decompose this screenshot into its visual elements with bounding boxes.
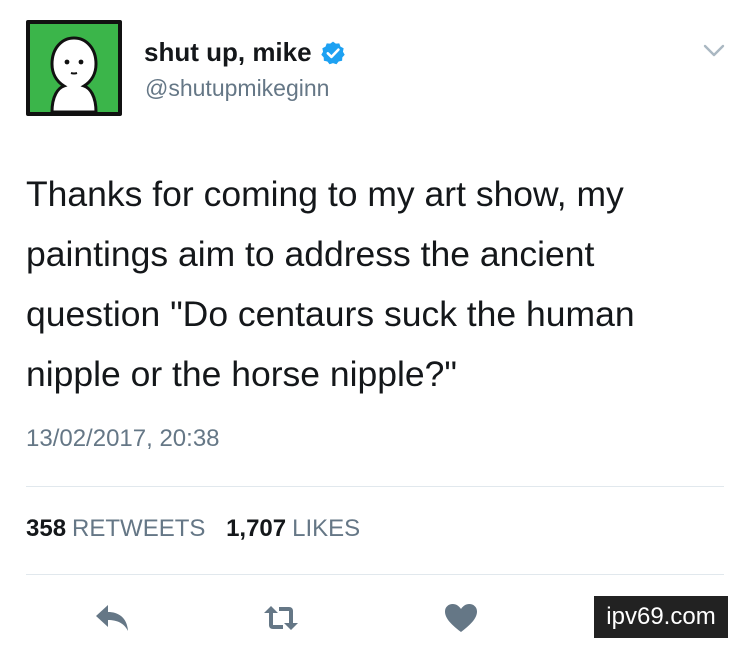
divider (26, 486, 724, 487)
retweets-stat[interactable]: 358 RETWEETS (26, 515, 226, 542)
display-name-text: shut up, mike (144, 37, 312, 67)
display-name[interactable]: shut up, mike (144, 37, 346, 68)
tweet-timestamp[interactable]: 13/02/2017, 20:38 (26, 425, 220, 453)
tweet-text-line: question "Do centaurs suck the human (26, 294, 635, 334)
tweet-text: Thanks for coming to my art show, my pai… (26, 164, 726, 404)
watermark: ipv69.com (594, 596, 728, 638)
user-handle[interactable]: @shutupmikeginn (145, 75, 329, 102)
like-button[interactable] (443, 602, 479, 634)
like-icon (445, 604, 477, 632)
retweets-label: RETWEETS (72, 515, 206, 542)
likes-count: 1,707 (226, 515, 287, 542)
likes-stat[interactable]: 1,707 LIKES (226, 515, 374, 542)
retweet-icon (264, 606, 298, 630)
avatar-drawing-icon (30, 24, 118, 112)
reply-button[interactable] (94, 602, 130, 634)
likes-label: LIKES (292, 515, 361, 542)
tweet-stats: 358 RETWEETS 1,707 LIKES (26, 515, 374, 543)
divider (26, 574, 724, 575)
tweet-text-line: Thanks for coming to my art show, my (26, 174, 624, 214)
tweet-text-line: paintings aim to address the ancient (26, 234, 595, 274)
avatar[interactable] (26, 20, 122, 116)
retweets-count: 358 (26, 515, 67, 542)
tweet-text-line: nipple or the horse nipple?" (26, 354, 458, 394)
retweet-button[interactable] (263, 602, 299, 634)
verified-badge-icon (320, 41, 345, 64)
reply-icon (96, 605, 128, 631)
chevron-down-icon[interactable] (703, 44, 725, 58)
